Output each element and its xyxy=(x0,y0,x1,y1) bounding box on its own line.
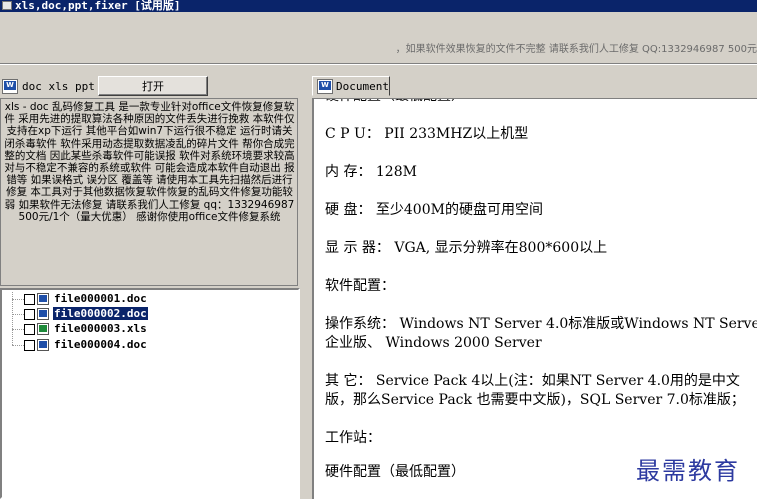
document-line: 内 存： 128M xyxy=(325,164,417,180)
document-line: 工作站： xyxy=(325,430,381,446)
file-name: file000003.xls xyxy=(54,322,147,335)
open-button[interactable]: 打开 xyxy=(98,76,208,96)
description-panel: xls - doc 乱码修复工具 是一款专业针对office文件恢复修复软件 采… xyxy=(0,98,298,286)
file-checkbox[interactable] xyxy=(24,293,35,305)
app-icon xyxy=(2,1,12,10)
document-line: 硬件配置（最低配置） xyxy=(325,464,465,480)
tree-item[interactable]: file000004.doc xyxy=(24,338,148,352)
tree-line xyxy=(12,345,24,346)
file-checkbox[interactable] xyxy=(24,339,35,351)
notice-text: ，如果软件效果恢复的文件不完整 请联系我们人工修复 QQ:1332946987 … xyxy=(395,44,757,55)
document-line: 其 它： Service Pack 4以上(注：如果NT Server 4.0用… xyxy=(325,373,740,389)
document-preview[interactable]: 硬件配置（最低配置） C P U： PII 233MHZ以上机型内 存： 128M… xyxy=(312,98,757,499)
file-checkbox[interactable] xyxy=(24,308,35,320)
left-panel-header: W doc xls ppt 打开 xyxy=(0,76,302,98)
document-tab-label: Document xyxy=(336,80,389,93)
tree-item[interactable]: file000001.doc xyxy=(24,292,148,306)
document-line: 显 示 器： VGA, 显示分辨率在800*600以上 xyxy=(325,240,608,256)
window-title: xls,doc,ppt,fixer [试用版] xyxy=(15,0,181,12)
document-line: 企业版、 Windows 2000 Server xyxy=(325,335,542,351)
document-line: C P U： PII 233MHZ以上机型 xyxy=(325,126,529,142)
document-line: 硬件配置（最低配置） xyxy=(325,99,465,106)
document-line: 操作系统： Windows NT Server 4.0标准版或Windows N… xyxy=(325,316,757,332)
tree-item[interactable]: file000002.doc xyxy=(24,307,148,321)
tree-item[interactable]: file000003.xls xyxy=(24,322,148,336)
excel-file-icon xyxy=(37,323,49,335)
toolbar-area: ，如果软件效果恢复的文件不完整 请联系我们人工修复 QQ:1332946987 … xyxy=(0,12,757,64)
tree-line xyxy=(12,299,24,300)
word-file-icon xyxy=(37,308,49,320)
file-name: file000002.doc xyxy=(53,307,148,320)
document-line: 版，那么Service Pack 也需要中文版)，SQL Server 7.0标… xyxy=(325,392,745,408)
file-name: file000004.doc xyxy=(54,338,147,351)
file-tree[interactable]: file000001.doc file000002.doc file000003.x… xyxy=(0,288,300,499)
file-name: file000001.doc xyxy=(54,292,147,305)
word-file-icon xyxy=(37,339,49,351)
divider xyxy=(0,64,757,65)
tree-line xyxy=(12,329,24,330)
document-line: 软件配置： xyxy=(325,278,395,294)
word-doc-icon: W xyxy=(2,79,18,94)
description-text: xls - doc 乱码修复工具 是一款专业针对office文件恢复修复软件 采… xyxy=(4,101,295,223)
tree-line xyxy=(12,314,24,315)
file-checkbox[interactable] xyxy=(24,323,35,335)
panel-splitter[interactable] xyxy=(302,76,310,499)
word-file-icon xyxy=(37,293,49,305)
watermark-text: 最需教育 xyxy=(636,457,740,485)
title-bar: xls,doc,ppt,fixer [试用版] xyxy=(0,0,757,12)
document-tab[interactable]: W Document xyxy=(312,76,390,96)
word-doc-icon: W xyxy=(317,79,333,94)
left-tab-label[interactable]: doc xls ppt xyxy=(22,80,95,93)
document-line: 硬 盘： 至少400M的硬盘可用空间 xyxy=(325,202,543,218)
